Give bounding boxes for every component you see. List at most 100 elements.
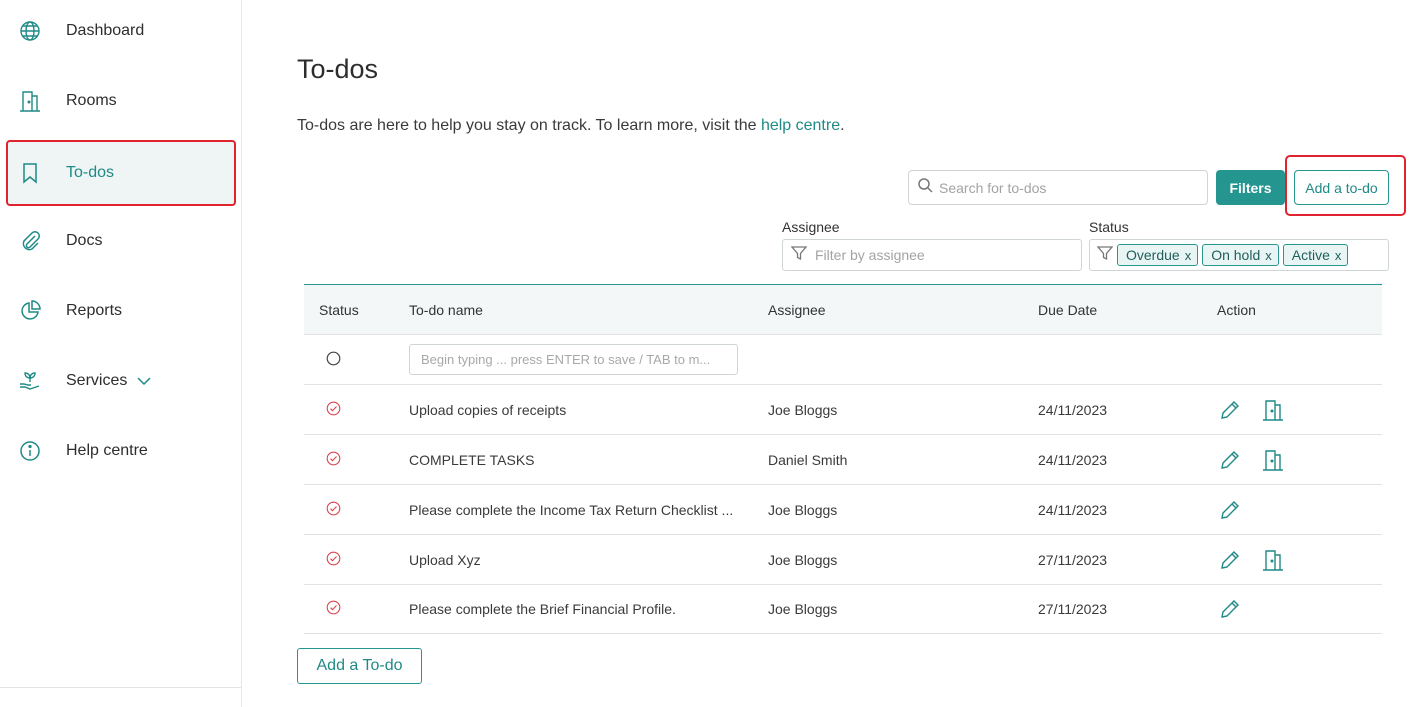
search-box[interactable] [908,170,1208,205]
todo-name: Please complete the Brief Financial Prof… [409,601,676,617]
check-circle-icon[interactable] [326,501,341,519]
pencil-icon[interactable] [1217,547,1243,573]
table-row[interactable]: Upload Xyz Joe Bloggs 27/11/2023 [304,534,1382,584]
sidebar-item-rooms[interactable]: Rooms [8,70,234,132]
status-cell [304,501,409,519]
todo-assignee: Joe Bloggs [768,551,838,568]
empty-circle-icon[interactable] [326,351,341,369]
todo-due-date: 27/11/2023 [1038,551,1108,568]
pencil-icon[interactable] [1217,397,1243,423]
check-circle-icon[interactable] [326,401,341,419]
sidebar: Dashboard Rooms To-dos Docs Reports Serv… [0,0,242,707]
sidebar-item-dashboard[interactable]: Dashboard [8,0,234,62]
status-filter-label: Status [1089,219,1129,235]
action-cell [1217,596,1260,622]
intro-text: To-dos are here to help you stay on trac… [297,117,845,135]
header-action: Action [1217,301,1256,318]
status-cell [304,451,409,469]
pencil-icon[interactable] [1217,497,1243,523]
action-cell [1217,497,1260,523]
add-todo-bottom-button[interactable]: Add a To-do [297,648,422,684]
todo-due-date: 27/11/2023 [1038,601,1108,617]
search-icon [917,177,933,198]
todo-name: Please complete the Income Tax Return Ch… [409,501,734,518]
table-row[interactable]: Please complete the Income Tax Return Ch… [304,484,1382,534]
chip-remove-button[interactable]: x [1335,248,1342,263]
building-icon[interactable] [1260,547,1286,573]
intro-text-body: To-dos are here to help you stay on trac… [297,117,761,134]
todo-assignee: Joe Bloggs [768,601,838,617]
status-cell [304,600,409,618]
todo-assignee: Joe Bloggs [768,501,838,518]
pencil-icon[interactable] [1217,596,1243,622]
globe-icon [17,18,43,44]
new-todo-row [304,334,1382,384]
add-todo-button[interactable]: Add a to-do [1294,170,1389,205]
status-chip-overdue: Overdue x [1117,244,1199,266]
divider [0,687,241,688]
todo-due-date: 24/11/2023 [1038,401,1108,418]
table-row[interactable]: Upload copies of receipts Joe Bloggs 24/… [304,384,1382,434]
filter-icon [1096,245,1114,266]
sidebar-item-label: Rooms [66,92,117,109]
status-cell [304,401,409,419]
status-chip-on-hold: On hold x [1202,244,1279,266]
sidebar-item-label: To-dos [66,164,115,181]
chevron-down-icon[interactable] [137,377,151,385]
sidebar-item-label: Reports [66,302,123,319]
sidebar-item-todos[interactable]: To-dos [6,140,236,206]
action-cell [1217,397,1303,423]
building-icon[interactable] [1260,447,1286,473]
action-cell [1217,447,1303,473]
help-centre-link[interactable]: help centre [761,117,840,134]
name-cell [409,344,768,375]
todo-name: COMPLETE TASKS [409,451,535,468]
chip-remove-button[interactable]: x [1265,248,1272,263]
status-cell [304,551,409,569]
sidebar-item-help-centre[interactable]: Help centre [8,420,234,482]
todo-assignee: Daniel Smith [768,451,848,468]
info-icon [17,438,43,464]
assignee-filter-field[interactable] [782,239,1082,271]
todo-name: Upload copies of receipts [409,401,567,418]
check-circle-icon[interactable] [326,551,341,569]
table-header: Status To-do name Assignee Due Date Acti… [304,284,1382,334]
bookmark-icon [17,160,43,186]
filters-button[interactable]: Filters [1216,170,1285,205]
status-chip-active: Active x [1282,244,1349,266]
check-circle-icon[interactable] [326,451,341,469]
pencil-icon[interactable] [1217,447,1243,473]
status-filter-field[interactable]: Overdue x On hold x Active x [1089,239,1389,271]
table-row[interactable]: Please complete the Brief Financial Prof… [304,584,1382,634]
intro-text-end: . [840,117,845,134]
chip-label: Overdue [1126,247,1180,263]
pie-chart-icon [17,298,43,324]
sidebar-item-reports[interactable]: Reports [8,280,234,342]
sidebar-item-label: Dashboard [66,22,145,39]
todo-assignee: Joe Bloggs [768,401,838,418]
building-icon[interactable] [1260,397,1286,423]
sidebar-item-label: Docs [66,232,103,249]
todo-due-date: 24/11/2023 [1038,501,1108,518]
chip-remove-button[interactable]: x [1185,248,1192,263]
sidebar-item-services[interactable]: Services [8,350,234,412]
new-todo-input[interactable] [409,344,738,375]
header-due-date: Due Date [1038,301,1098,318]
search-input[interactable] [939,179,1199,196]
header-name: To-do name [409,301,483,318]
building-icon [17,88,43,114]
status-cell [304,351,409,369]
assignee-filter-label: Assignee [782,219,840,235]
header-assignee: Assignee [768,301,826,318]
filter-icon [790,245,808,266]
todo-due-date: 24/11/2023 [1038,451,1108,468]
table-row[interactable]: COMPLETE TASKS Daniel Smith 24/11/2023 [304,434,1382,484]
check-circle-icon[interactable] [326,600,341,618]
assignee-filter-input[interactable] [815,247,1055,263]
header-status: Status [319,301,359,318]
sidebar-item-label: Help centre [66,442,148,459]
chip-label: On hold [1211,247,1261,263]
sidebar-item-docs[interactable]: Docs [8,210,234,272]
paperclip-icon [17,228,43,254]
sidebar-item-label: Services [66,372,128,389]
